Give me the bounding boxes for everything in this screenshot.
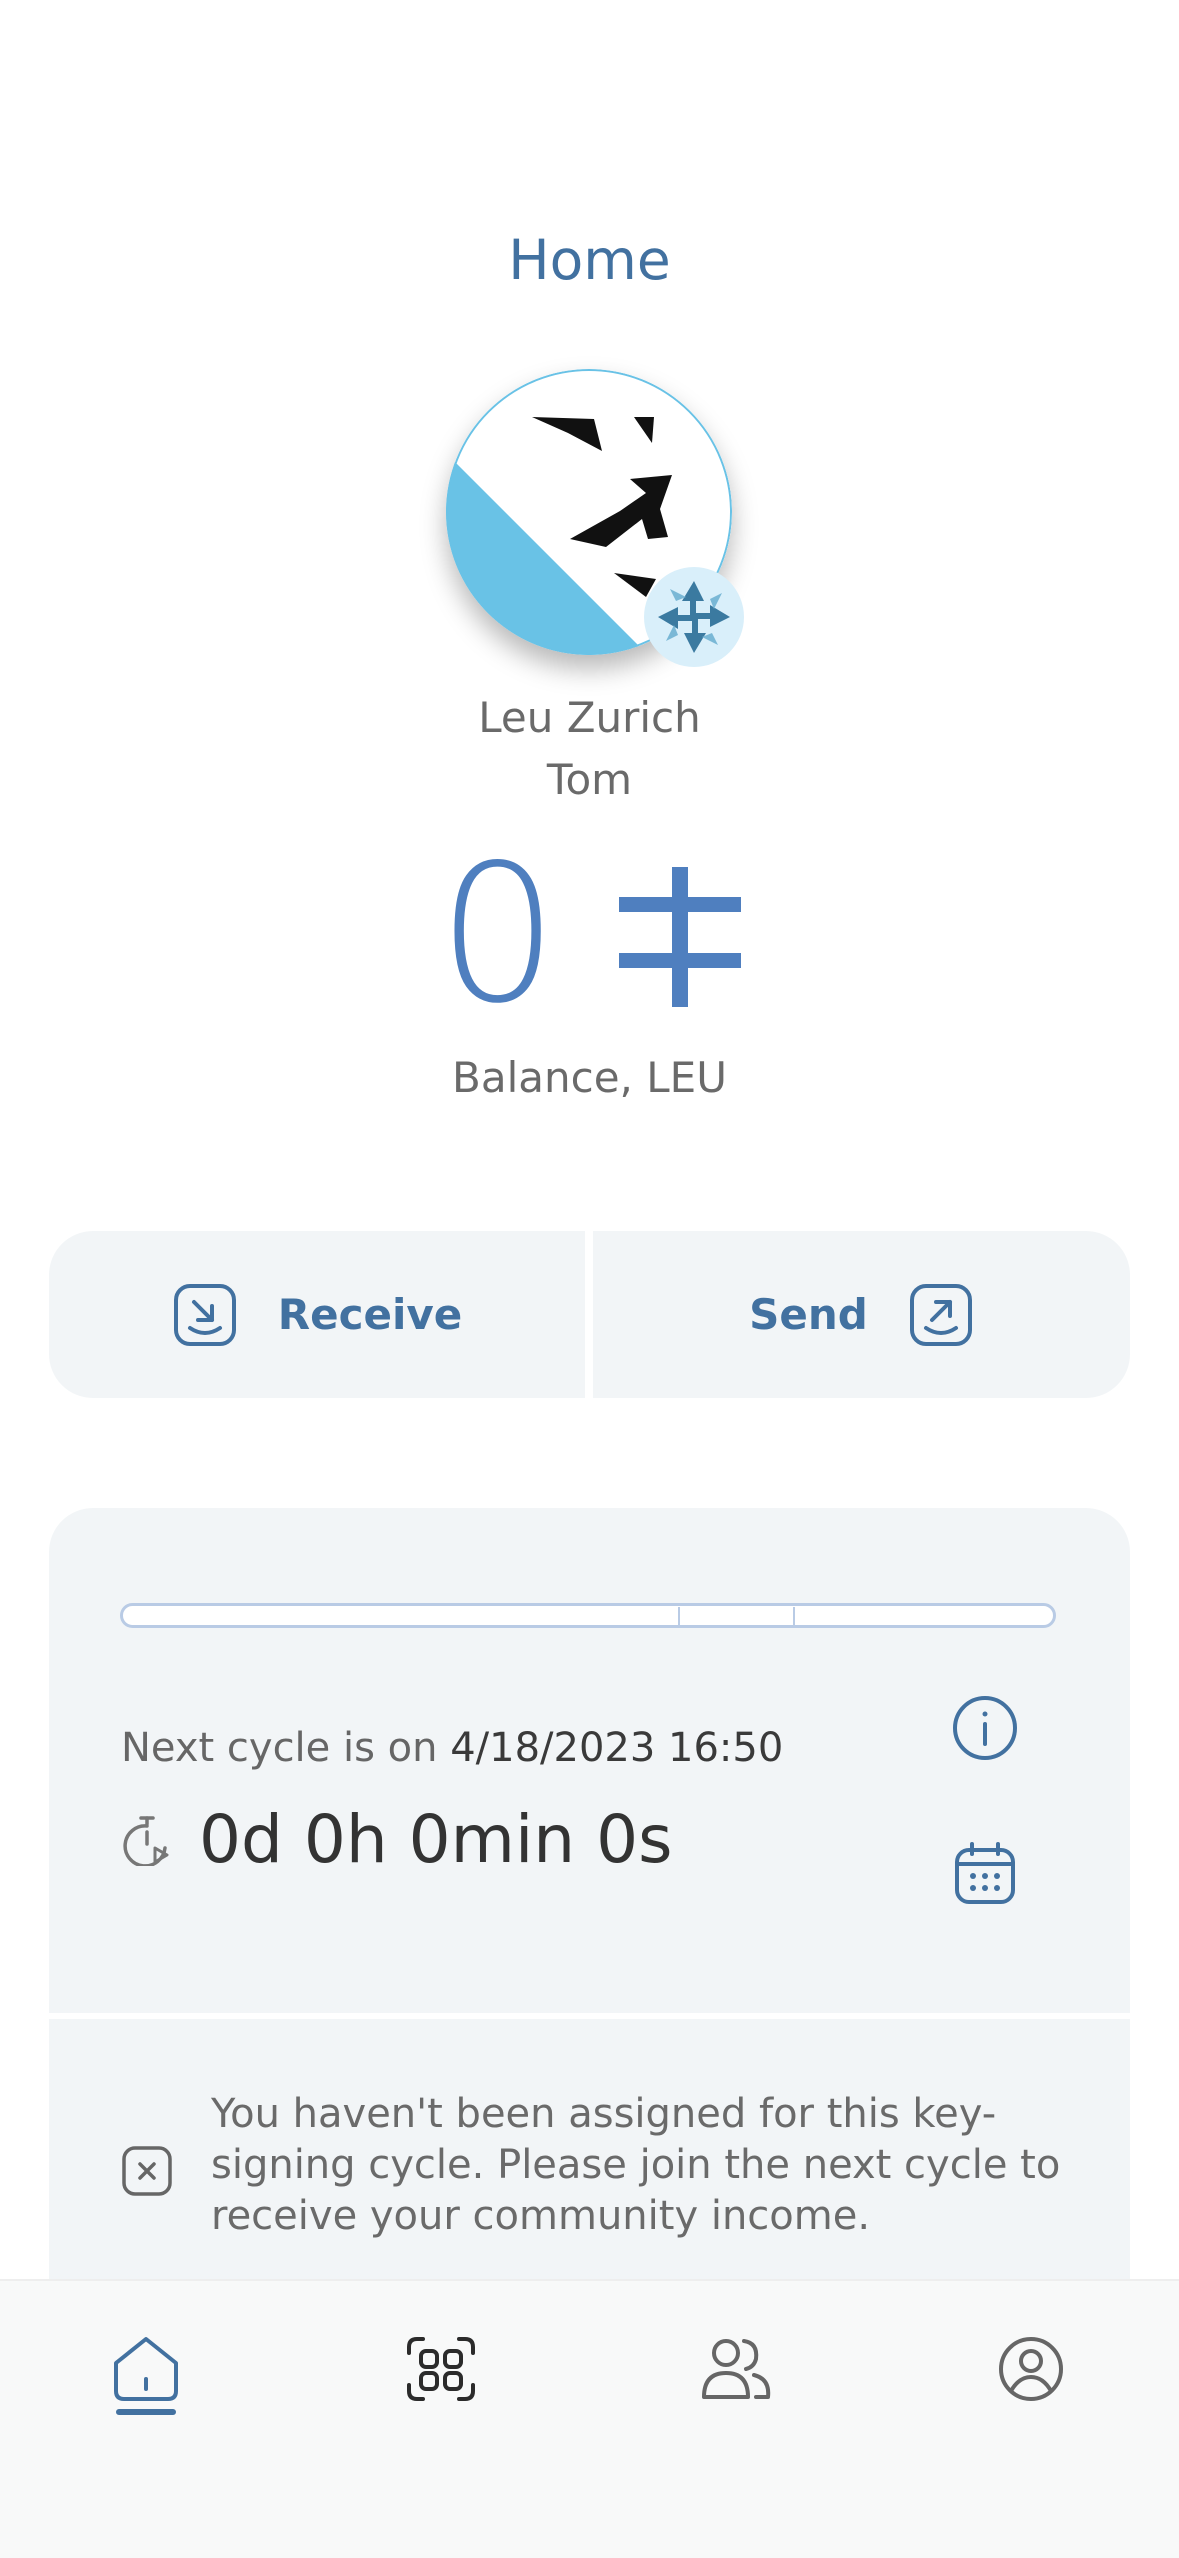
send-label: Send [749,1290,868,1339]
community-name: Leu Zurich [478,693,701,742]
close-square-icon [121,2145,173,2197]
next-cycle-text: Next cycle is on 4/18/2023 16:50 [121,1720,783,1776]
encointer-arrows-badge-icon [644,567,744,667]
send-icon [908,1282,974,1348]
progress-phase-tick [678,1607,680,1626]
nav-contacts[interactable] [696,2329,776,2419]
nav-profile[interactable] [991,2329,1071,2419]
send-button[interactable]: Send [593,1231,1130,1398]
assignment-status-card: You haven't been assigned for this key-s… [49,2019,1130,2279]
balance-value: 0 [437,824,559,1045]
page-title: Home [508,228,671,292]
receive-label: Receive [277,1290,463,1339]
next-cycle-date: 4/18/2023 16:50 [450,1725,784,1771]
bottom-navigation [0,2279,1179,2558]
receive-icon [172,1282,238,1348]
profile-icon [999,2337,1063,2401]
leu-currency-symbol-icon [619,867,742,1011]
community-avatar[interactable] [446,369,744,667]
progress-phase-tick [793,1607,795,1626]
balance-display: 0 [0,840,1179,1030]
scan-icon [407,2337,475,2401]
countdown-row: 0d 0h 0min 0s [121,1800,672,1880]
cycle-progress-bar [120,1603,1056,1628]
next-cycle-prefix: Next cycle is on [121,1725,438,1771]
user-name: Tom [546,755,633,804]
calendar-icon [955,1842,1015,1904]
calendar-button[interactable] [952,1840,1018,1906]
nav-home[interactable] [106,2329,186,2419]
timer-icon [121,1814,173,1868]
countdown-timer: 0d 0h 0min 0s [199,1801,673,1878]
info-button[interactable] [951,1694,1019,1762]
cycle-card: Next cycle is on 4/18/2023 16:50 0d 0h 0… [49,1508,1130,2013]
balance-label: Balance, LEU [452,1053,727,1102]
info-icon [953,1696,1017,1760]
home-icon [114,2337,178,2415]
nav-scan[interactable] [401,2329,481,2419]
assignment-message: You haven't been assigned for this key-s… [211,2091,1061,2239]
contacts-icon [702,2339,771,2399]
receive-button[interactable]: Receive [49,1231,585,1398]
